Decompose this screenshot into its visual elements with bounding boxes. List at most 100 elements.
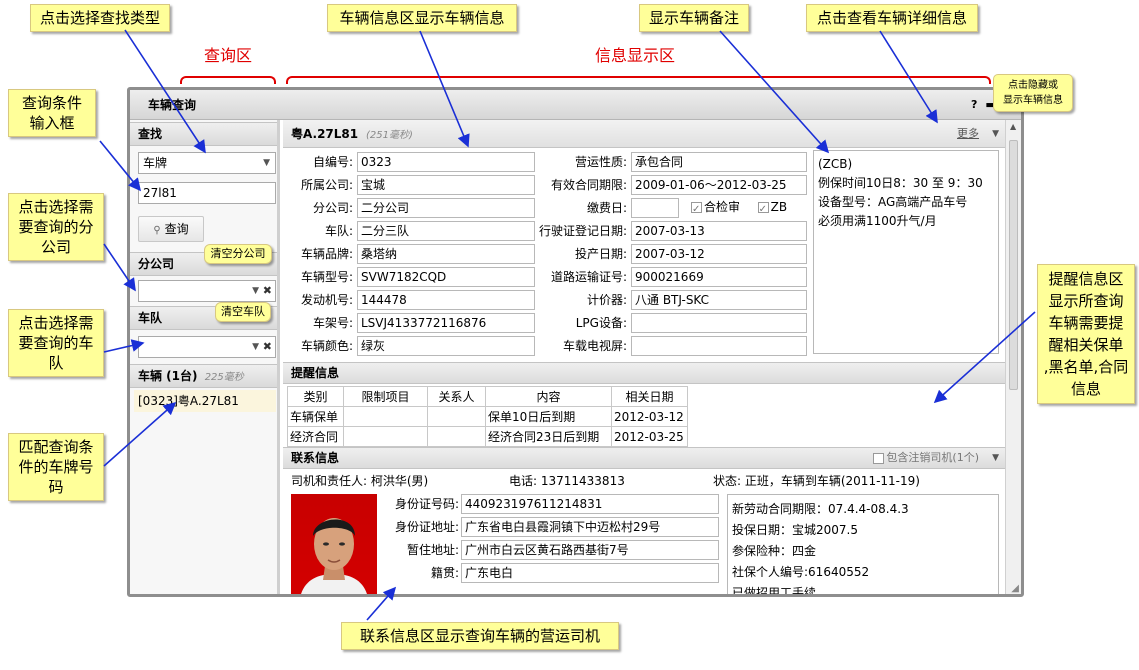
- clear-team-icon[interactable]: ✖: [263, 337, 272, 357]
- table-cell: 保单10日后到期: [485, 406, 612, 427]
- table-cell: 2012-03-25: [611, 426, 688, 447]
- vehicle-field-label: 投产日期:: [574, 247, 627, 261]
- table-row[interactable]: 经济合同 经济合同23日后到期 2012-03-25: [287, 426, 688, 447]
- include-cancelled[interactable]: 包含注销司机(1个): [873, 448, 979, 468]
- window-title: 车辆查询: [148, 98, 197, 112]
- vehicle-field-label: 车辆颜色:: [300, 339, 353, 353]
- include-cancelled-label: 包含注销司机(1个): [886, 451, 979, 464]
- zb-checkbox[interactable]: [757, 200, 769, 220]
- vehicle-field-label: 计价器:: [586, 293, 627, 307]
- table-cell: [427, 406, 486, 427]
- vehicle-plate: 粤A.27L81: [291, 127, 359, 141]
- query-input[interactable]: 27l81: [138, 182, 276, 204]
- vehicle-field-label: 自编号:: [312, 155, 353, 169]
- vehicle-field-label: 车架号:: [312, 316, 353, 330]
- vehicle-field-value: 桑塔纳: [357, 244, 535, 264]
- include-cancelled-checkbox[interactable]: [873, 452, 885, 464]
- chevron-down-icon: ▼: [252, 286, 259, 296]
- find-type-select[interactable]: 车牌 ▼: [138, 152, 276, 174]
- vehicle-field-label: 分公司:: [312, 201, 353, 215]
- table-header-cell: 限制项目: [343, 386, 428, 407]
- vehicle-field-label: 营运性质:: [574, 155, 627, 169]
- vehicle-field-label: LPG设备:: [575, 316, 627, 330]
- callout-query-input: 查询条件 输入框: [8, 89, 96, 137]
- vehicle-field-value: [631, 313, 807, 333]
- scroll-up-icon[interactable]: ▲: [1010, 122, 1016, 131]
- vehicle-field-value: [631, 336, 807, 356]
- vertical-scrollbar[interactable]: ▲: [1005, 120, 1021, 594]
- vehicle-field-label: 行驶证登记日期:: [538, 224, 627, 238]
- table-cell: [343, 406, 428, 427]
- status-line: 状态: 正班，车辆到车辆(2011-11-19): [713, 474, 920, 488]
- vehicle-field-label: 车辆型号:: [300, 270, 353, 284]
- vehicle-field-value: 承包合同: [631, 152, 807, 172]
- team-select[interactable]: ▼ ✖: [138, 336, 276, 358]
- contact-field-value: 广东电白: [461, 563, 719, 583]
- reminder-header: 提醒信息: [283, 362, 1005, 384]
- query-region-label: 查询区: [204, 46, 253, 65]
- vehicle-field-value: 0323: [357, 152, 535, 172]
- callout-team: 点击选择需 要查询的车 队: [8, 309, 104, 377]
- vehicle-bar: 粤A.27L81 (251毫秒) 更多 ▼: [283, 120, 1005, 148]
- query-button-label: 查询: [164, 222, 189, 236]
- chevron-down-icon[interactable]: ▼: [992, 448, 999, 468]
- query-button[interactable]: ⚲ 查询: [138, 216, 204, 242]
- chevron-down-icon: ▼: [252, 342, 259, 352]
- callout-details: 点击查看车辆详细信息: [806, 4, 978, 32]
- find-header: 查找: [130, 122, 277, 146]
- vehicles-ms: 225毫秒: [204, 372, 244, 383]
- bubble-clear-team: 清空车队: [215, 302, 271, 322]
- vehicle-field-value: LSVJ4133772116876: [357, 313, 535, 333]
- callout-contact: 联系信息区显示查询车辆的营运司机: [341, 622, 619, 650]
- table-header-row: 类别 限制项目 关系人 内容 相关日期: [287, 386, 688, 407]
- table-cell: 经济合同: [287, 426, 344, 447]
- vehicles-header-label: 车辆 (1台): [138, 369, 198, 383]
- resize-grip-icon[interactable]: ◢: [1011, 583, 1019, 594]
- table-cell: [343, 426, 428, 447]
- vehicle-field-label: 车队:: [324, 224, 353, 238]
- vehicle-field-value: 144478: [357, 290, 535, 310]
- callout-toggle: 点击隐藏或 显示车辆信息: [993, 74, 1073, 112]
- info-region-bracket: [286, 76, 991, 84]
- query-panel: 查找 车牌 ▼ 27l81 ⚲ 查询 分公司 ▼ ✖ 车队 ▼ ✖ 车辆 (1台…: [130, 120, 280, 594]
- callout-note: 显示车辆备注: [639, 4, 749, 32]
- table-header-cell: 类别: [287, 386, 344, 407]
- table-header-cell: 关系人: [427, 386, 486, 407]
- scrollbar-thumb[interactable]: [1009, 140, 1018, 390]
- query-input-value: 27l81: [143, 186, 177, 200]
- driver-photo: [291, 494, 377, 594]
- vehicle-field-label: 车辆品牌:: [300, 247, 353, 261]
- vehicle-field-value: SVW7182CQD: [357, 267, 535, 287]
- vehicle-field-value: 八通 BTJ-SKC: [631, 290, 807, 310]
- vehicle-field-value: 2007-03-13: [631, 221, 807, 241]
- info-region-label: 信息显示区: [595, 46, 676, 65]
- contact-header: 联系信息 包含注销司机(1个) ▼: [283, 447, 1005, 469]
- zb-label: ZB: [770, 200, 788, 214]
- vehicle-field-value: 绿灰: [357, 336, 535, 356]
- vehicle-field-label: 所属公司:: [300, 178, 353, 192]
- list-item[interactable]: [0323]粤A.27L81: [134, 390, 276, 412]
- contact-field-label: 身份证号码:: [394, 497, 459, 511]
- branch-select[interactable]: ▼ ✖: [138, 280, 276, 302]
- contact-field-label: 籍贯:: [430, 566, 459, 580]
- driver-portrait-icon: [301, 518, 367, 594]
- clear-branch-icon[interactable]: ✖: [263, 281, 272, 301]
- vehicle-field-label: 车载电视屏:: [562, 339, 627, 353]
- vehicle-field-label: 道路运输证号:: [550, 270, 627, 284]
- help-icon[interactable]: ?: [971, 90, 977, 120]
- search-icon: ⚲: [153, 225, 161, 236]
- more-link[interactable]: 更多: [957, 120, 979, 148]
- vehicle-field-value: 宝城: [357, 175, 535, 195]
- vehicle-ms: (251毫秒): [365, 130, 413, 141]
- inspect-checkbox[interactable]: [691, 200, 702, 220]
- table-row[interactable]: 车辆保单 保单10日后到期 2012-03-12: [287, 406, 688, 427]
- table-cell: [427, 426, 486, 447]
- checks: 合检审 ZB: [691, 197, 788, 220]
- annotated-screenshot: 查询区 信息显示区 车辆查询 ? ▬ ⇱ 查找 车牌 ▼ 27l81 ⚲ 查询: [0, 0, 1139, 670]
- vehicle-field-label: 发动机号:: [300, 293, 353, 307]
- vehicle-field-value: [631, 198, 679, 218]
- vehicle-field-value: 2007-03-12: [631, 244, 807, 264]
- vehicle-field-label: 缴费日:: [586, 201, 627, 215]
- collapse-toggle-icon[interactable]: ▼: [992, 120, 999, 148]
- callout-branch: 点击选择需 要查询的分 公司: [8, 193, 104, 261]
